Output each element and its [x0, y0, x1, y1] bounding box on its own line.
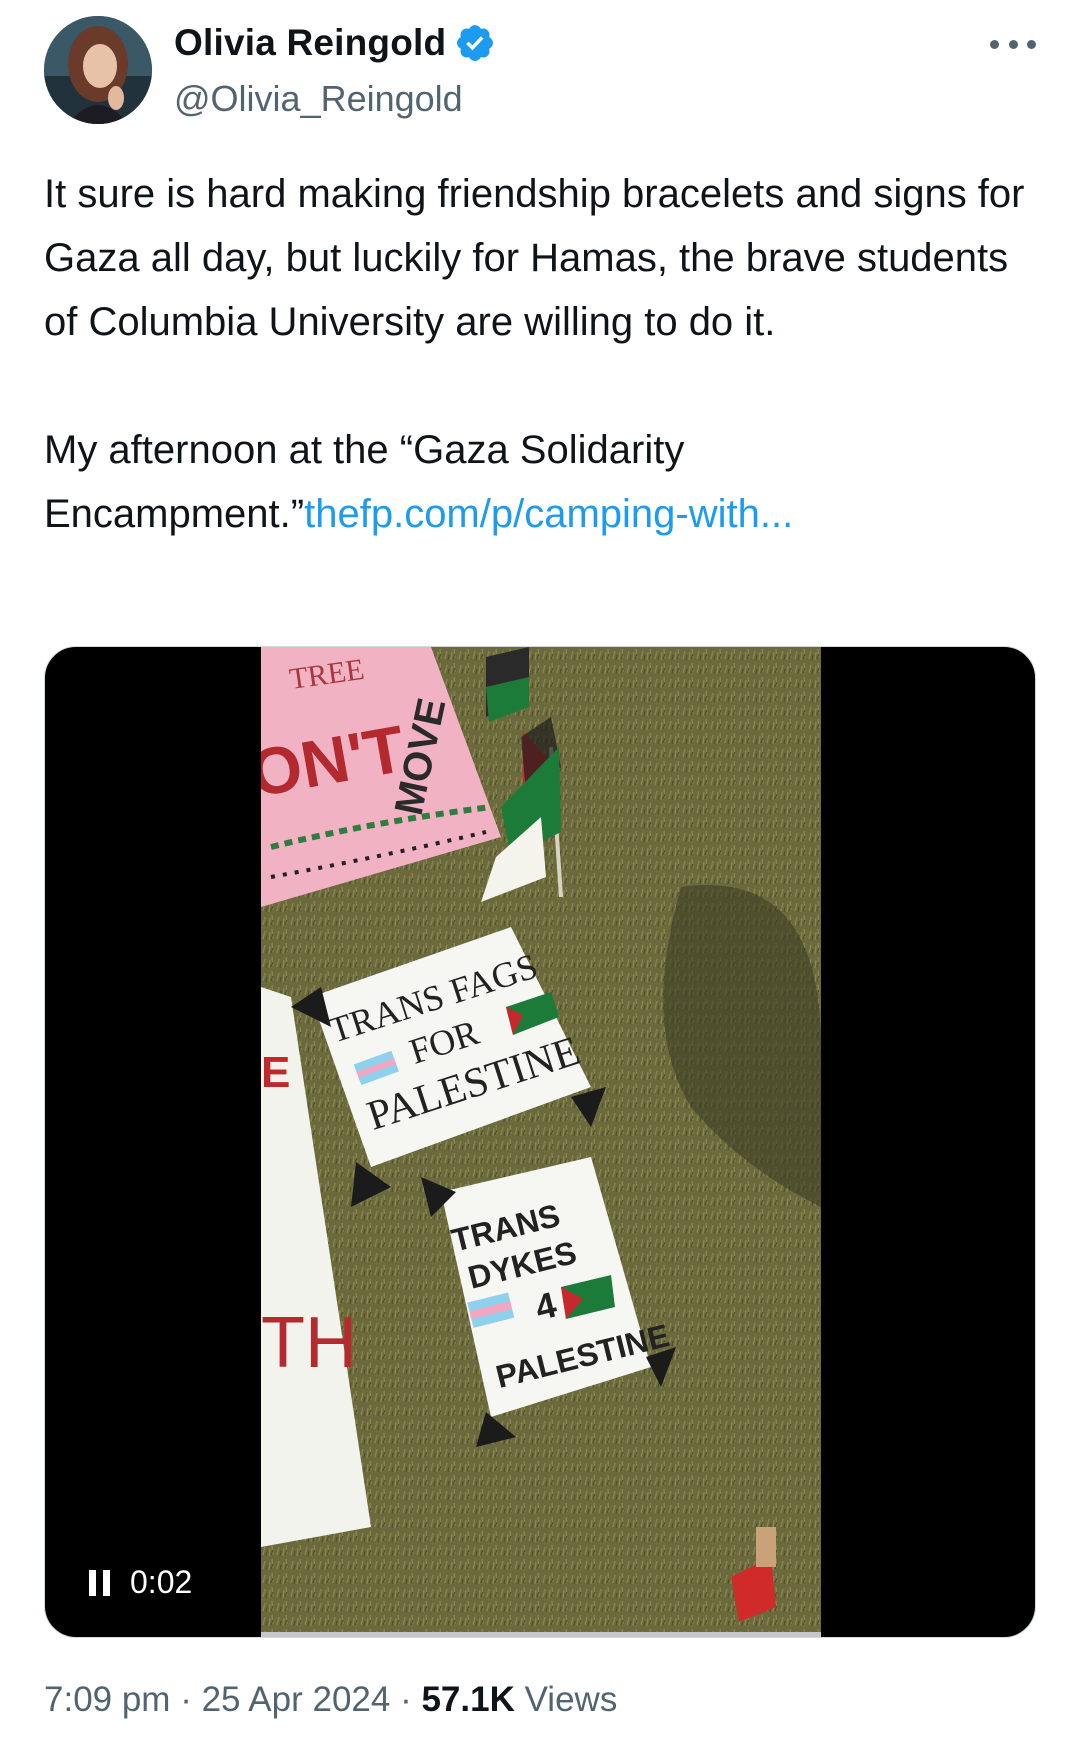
tweet-paragraph-1: It sure is hard making friendship bracel…	[44, 172, 1025, 344]
views-label: Views	[514, 1680, 618, 1719]
video-frame[interactable]: TREE ON'T MOVE E TH TRANS FAGS FOR PALES…	[261, 647, 821, 1637]
tweet-time[interactable]: 7:09 pm	[44, 1680, 170, 1719]
dot-icon	[990, 39, 999, 49]
video-time: 0:02	[130, 1564, 193, 1600]
sign-left-top: E	[261, 1048, 290, 1097]
tweet-paragraph-2: My afternoon at the “Gaza Solidarity Enc…	[44, 418, 1036, 546]
tweet-date[interactable]: 25 Apr 2024	[202, 1680, 391, 1719]
avatar-image	[44, 16, 152, 124]
video-controls: 0:02	[89, 1564, 192, 1601]
avatar[interactable]	[44, 16, 152, 124]
meta-separator: ·	[170, 1680, 202, 1719]
pause-icon[interactable]	[89, 1569, 110, 1596]
verified-badge-icon	[454, 22, 496, 64]
video-player[interactable]: TREE ON'T MOVE E TH TRANS FAGS FOR PALES…	[44, 646, 1036, 1638]
dot-icon	[1027, 39, 1036, 49]
pause-bar	[103, 1569, 110, 1596]
tweet-header: Olivia Reingold @Olivia_Reingold	[44, 16, 1036, 126]
meta-separator: ·	[390, 1680, 422, 1719]
dot-icon	[1008, 39, 1018, 49]
views-count[interactable]: 57.1K	[421, 1680, 514, 1719]
tweet-text: It sure is hard making friendship bracel…	[44, 162, 1036, 546]
display-name[interactable]: Olivia Reingold	[174, 22, 446, 64]
video-still: TREE ON'T MOVE E TH TRANS FAGS FOR PALES…	[261, 647, 821, 1637]
tweet-meta: 7:09 pm · 25 Apr 2024 · 57.1K Views	[44, 1680, 617, 1720]
user-handle[interactable]: @Olivia_Reingold	[174, 78, 463, 120]
article-link[interactable]: thefp.com/p/camping-with...	[304, 492, 793, 536]
name-row: Olivia Reingold	[174, 22, 496, 64]
more-options-icon[interactable]	[990, 34, 1036, 54]
pause-bar	[89, 1569, 96, 1596]
sign-left-bottom: TH	[261, 1303, 357, 1383]
